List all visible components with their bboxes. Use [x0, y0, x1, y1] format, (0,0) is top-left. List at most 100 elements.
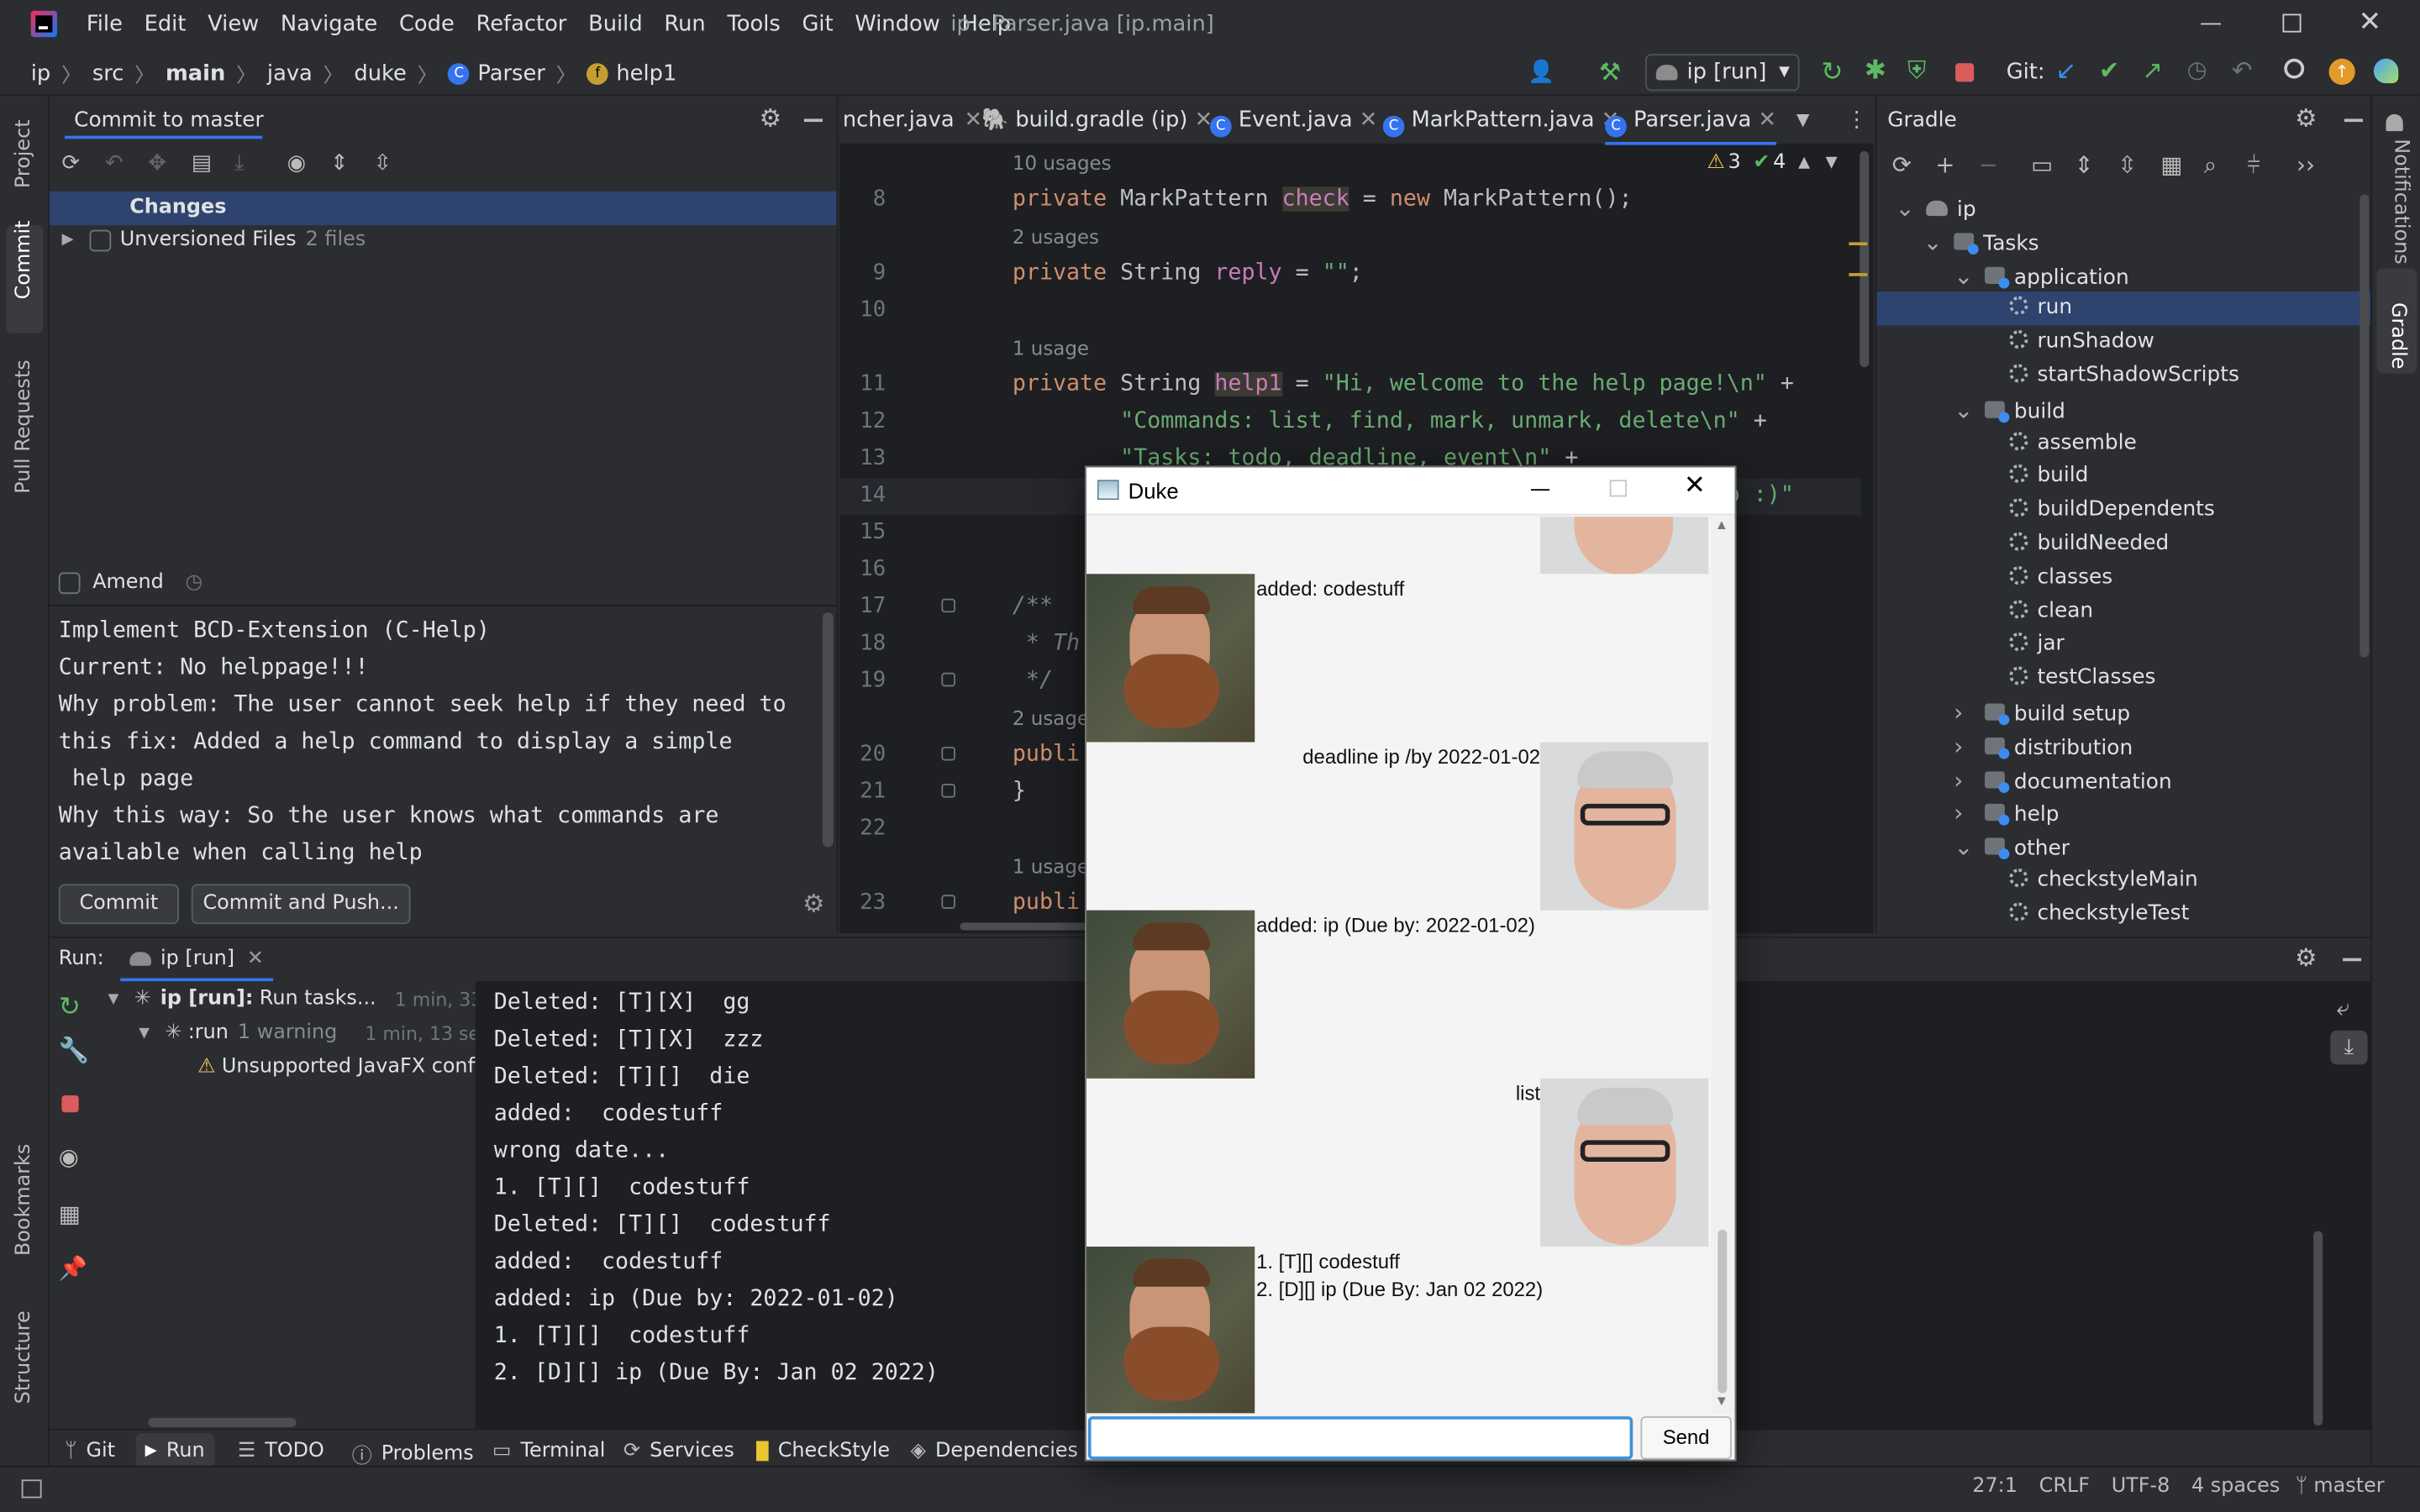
gradle-tree-item[interactable]: testClasses	[2009, 665, 2155, 690]
menu-code[interactable]: Code	[399, 13, 455, 37]
breadcrumb-src[interactable]: src	[92, 61, 124, 86]
gradle-tool-button[interactable]: Gradle	[2376, 268, 2417, 374]
offline-mode-icon[interactable]: ⫩	[2247, 151, 2271, 179]
expand-all-icon[interactable]: ⇕	[330, 151, 355, 176]
scroll-to-end-icon[interactable]: ⤓	[2330, 1030, 2368, 1065]
ai-assistant-icon[interactable]	[2373, 58, 2399, 84]
breadcrumb-package[interactable]: duke	[354, 61, 406, 86]
add-icon[interactable]: +	[1935, 151, 1960, 179]
duke-close-button[interactable]: ✕	[1684, 470, 1706, 501]
gradle-tree-item[interactable]: ⌄ other	[1954, 833, 2070, 861]
coverage-icon[interactable]: ⛨	[1907, 55, 1926, 87]
git-branch[interactable]: master	[2313, 1475, 2384, 1499]
notifications-tool-button[interactable]: Notifications	[2381, 111, 2415, 271]
usage-hint[interactable]: 1 usage	[1013, 855, 1089, 879]
usage-hint[interactable]: 2 usage	[1013, 706, 1089, 730]
history-icon[interactable]: ◷	[2187, 55, 2207, 83]
tool-problems[interactable]: ⓘ Problems	[352, 1440, 474, 1468]
gradle-tree-item[interactable]: checkstyleMain	[2009, 867, 2198, 892]
run-tree-warning[interactable]: ⚠ Unsupported JavaFX config	[197, 1055, 476, 1079]
build-hammer-icon[interactable]: ⚒	[1599, 57, 1621, 87]
menu-window[interactable]: Window	[855, 13, 939, 37]
chevron-down-icon[interactable]: ⌄	[1954, 833, 1975, 861]
usage-hint[interactable]: 2 usages	[1013, 225, 1099, 249]
tab-markpattern[interactable]: C MarkPattern.java ✕	[1382, 96, 1619, 145]
group-modules-icon[interactable]: ▦	[2160, 151, 2185, 179]
project-tool-button[interactable]: Project	[9, 111, 40, 210]
remove-icon[interactable]: −	[1979, 151, 2003, 179]
maximize-button[interactable]	[2282, 13, 2302, 33]
tab-parser[interactable]: C Parser.java ✕	[1605, 96, 1776, 145]
git-push-icon[interactable]: ↗	[2142, 55, 2163, 85]
tool-services[interactable]: ⟳ Services	[623, 1440, 734, 1463]
fold-marker-icon[interactable]	[941, 895, 955, 909]
gradle-scrollbar[interactable]	[2360, 194, 2370, 658]
tool-dependencies[interactable]: ◈ Dependencies	[911, 1440, 1078, 1463]
user-input-field[interactable]	[1087, 1416, 1634, 1460]
breadcrumb-project[interactable]: ip	[31, 61, 50, 86]
gradle-tree-item[interactable]: › distribution	[1954, 732, 2133, 760]
chevron-down-icon[interactable]: ⌄	[1895, 194, 1917, 222]
menu-navigate[interactable]: Navigate	[281, 13, 377, 37]
close-icon[interactable]: ✕	[1360, 108, 1378, 133]
gradle-tree-item[interactable]: run	[2009, 296, 2072, 320]
tool-checkstyle[interactable]: CheckStyle	[755, 1440, 890, 1462]
profile-icon[interactable]: 👤	[1528, 60, 1555, 85]
breadcrumb-class[interactable]: Parser	[477, 61, 544, 86]
chevron-right-icon[interactable]: ›	[1954, 800, 1975, 827]
menu-tools[interactable]: Tools	[727, 13, 780, 37]
bookmarks-tool-button[interactable]: Bookmarks	[9, 1144, 40, 1278]
minimize-panel-icon[interactable]	[2344, 118, 2363, 123]
chevron-right-icon[interactable]: ▶	[61, 232, 73, 249]
stop-icon[interactable]	[1955, 63, 1975, 82]
refresh-icon[interactable]: ⟳	[61, 151, 86, 176]
gear-icon[interactable]: ⚙	[2295, 942, 2317, 972]
eye-icon[interactable]: ◉	[59, 1143, 79, 1171]
editor-scrollbar[interactable]	[1860, 150, 1870, 368]
tool-terminal[interactable]: ▭ Terminal	[492, 1440, 606, 1463]
caret-position[interactable]: 27:1	[1972, 1475, 2018, 1499]
rollback-icon[interactable]: ↶	[2232, 55, 2253, 85]
menu-build[interactable]: Build	[588, 13, 643, 37]
gradle-tree-item[interactable]: ⌄ build	[1954, 396, 2065, 424]
send-button[interactable]: Send	[1640, 1416, 1732, 1460]
tool-todo[interactable]: ☰ TODO	[238, 1440, 324, 1463]
run-tree-child[interactable]: ▼ ✳ :run 1 warning 1 min, 13 sec	[139, 1021, 475, 1045]
dialog-container[interactable]: added: codestuff deadline ip /by 2022-01…	[1086, 517, 1711, 1414]
more-chevron-icon[interactable]: ››	[2296, 151, 2321, 179]
more-icon[interactable]: ⋮	[1846, 96, 1868, 145]
chevron-down-icon[interactable]: ⌄	[1954, 261, 1975, 289]
minimize-panel-icon[interactable]	[2343, 958, 2362, 962]
breadcrumb-java[interactable]: java	[267, 61, 313, 86]
collapse-all-icon[interactable]: ⇳	[373, 151, 397, 176]
gradle-tree-item[interactable]: › documentation	[1954, 766, 2171, 794]
expand-all-icon[interactable]: ⇕	[2075, 151, 2099, 179]
chevron-right-icon[interactable]: ›	[1954, 699, 1975, 727]
gradle-tree-item[interactable]: ⌄ ip	[1895, 194, 1975, 222]
indent-setting[interactable]: 4 spaces	[2191, 1475, 2280, 1499]
pull-requests-tool-button[interactable]: Pull Requests	[9, 358, 40, 504]
gradle-tree-item[interactable]: jar	[2009, 632, 2065, 656]
gradle-tree-item[interactable]: ⌄ application	[1954, 261, 2128, 289]
tool-run[interactable]: ▶ Run	[135, 1433, 214, 1469]
wrench-icon[interactable]: 🔧	[59, 1035, 90, 1064]
gradle-tree-item[interactable]: buildDependents	[2009, 497, 2215, 522]
commit-and-push-button[interactable]: Commit and Push...	[191, 884, 411, 925]
menu-edit[interactable]: Edit	[145, 13, 187, 37]
search-icon[interactable]	[2284, 58, 2305, 79]
history-icon[interactable]: ◷	[185, 571, 203, 595]
execute-task-icon[interactable]: ▭	[2031, 151, 2055, 179]
commit-message-editor[interactable]: Implement BCD-Extension (C-Help) Current:…	[49, 604, 837, 865]
gradle-tree-item[interactable]: buildNeeded	[2009, 531, 2169, 555]
fold-marker-icon[interactable]	[941, 598, 955, 613]
soft-wrap-icon[interactable]: ⤶	[2337, 994, 2349, 1021]
close-icon[interactable]: ✕	[965, 108, 983, 133]
menu-run[interactable]: Run	[664, 13, 705, 37]
move-icon[interactable]: ✥	[148, 151, 172, 176]
gear-icon[interactable]: ⚙	[760, 103, 781, 133]
fold-marker-icon[interactable]	[941, 784, 955, 798]
reload-icon[interactable]: ⟳	[1892, 151, 1917, 179]
gradle-tree-item[interactable]: build	[2009, 464, 2088, 488]
gradle-tree-item[interactable]: classes	[2009, 564, 2112, 589]
menu-file[interactable]: File	[87, 13, 123, 37]
